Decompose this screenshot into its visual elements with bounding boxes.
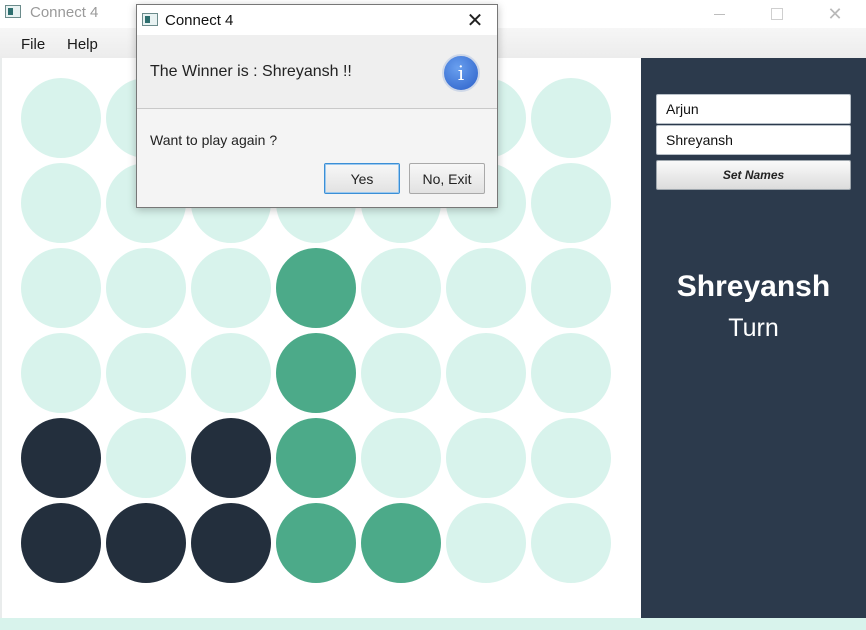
player2-disc[interactable] xyxy=(361,503,441,583)
dialog-header: The Winner is : Shreyansh !! i xyxy=(137,35,497,109)
set-names-button[interactable]: Set Names xyxy=(656,160,851,190)
player1-disc[interactable] xyxy=(21,418,101,498)
no-exit-button[interactable]: No, Exit xyxy=(409,163,485,194)
empty-slot[interactable] xyxy=(361,333,441,413)
player2-name-input[interactable] xyxy=(656,125,851,155)
empty-slot[interactable] xyxy=(531,248,611,328)
player1-disc[interactable] xyxy=(106,503,186,583)
empty-slot[interactable] xyxy=(106,333,186,413)
player2-disc[interactable] xyxy=(276,418,356,498)
empty-slot[interactable] xyxy=(531,78,611,158)
info-icon: i xyxy=(442,54,480,92)
current-player-name: Shreyansh xyxy=(676,270,831,303)
board-edge xyxy=(0,58,2,618)
dialog-app-icon xyxy=(142,13,158,26)
yes-button[interactable]: Yes xyxy=(324,163,400,194)
empty-slot[interactable] xyxy=(191,248,271,328)
player1-disc[interactable] xyxy=(191,503,271,583)
player1-name-input[interactable] xyxy=(656,94,851,124)
empty-slot[interactable] xyxy=(21,163,101,243)
minimize-icon xyxy=(713,13,725,15)
empty-slot[interactable] xyxy=(21,333,101,413)
empty-slot[interactable] xyxy=(531,503,611,583)
dialog-title: Connect 4 xyxy=(165,12,234,29)
empty-slot[interactable] xyxy=(106,418,186,498)
empty-slot[interactable] xyxy=(531,418,611,498)
empty-slot[interactable] xyxy=(531,333,611,413)
player1-disc[interactable] xyxy=(191,418,271,498)
winner-dialog: Connect 4 ✕ The Winner is : Shreyansh !!… xyxy=(136,4,498,208)
winner-message: The Winner is : Shreyansh !! xyxy=(150,63,352,80)
empty-slot[interactable] xyxy=(446,503,526,583)
player2-disc[interactable] xyxy=(276,503,356,583)
empty-slot[interactable] xyxy=(361,248,441,328)
bottom-strip xyxy=(0,618,866,630)
menu-help[interactable]: Help xyxy=(67,36,98,53)
player2-disc[interactable] xyxy=(276,248,356,328)
close-icon: ✕ xyxy=(827,3,843,24)
window-title: Connect 4 xyxy=(30,4,99,21)
player2-disc[interactable] xyxy=(276,333,356,413)
dialog-titlebar: Connect 4 ✕ xyxy=(137,5,497,35)
empty-slot[interactable] xyxy=(446,418,526,498)
dialog-close-button[interactable]: ✕ xyxy=(455,8,495,32)
play-again-prompt: Want to play again ? xyxy=(150,132,278,148)
menu-file[interactable]: File xyxy=(21,36,45,53)
turn-label: Turn xyxy=(728,314,779,342)
empty-slot[interactable] xyxy=(531,163,611,243)
empty-slot[interactable] xyxy=(446,333,526,413)
minimize-button[interactable] xyxy=(690,0,748,28)
empty-slot[interactable] xyxy=(191,333,271,413)
window-close-button[interactable]: ✕ xyxy=(806,0,864,28)
side-panel: Set Names Shreyansh Turn xyxy=(641,58,866,618)
empty-slot[interactable] xyxy=(21,78,101,158)
player1-disc[interactable] xyxy=(21,503,101,583)
empty-slot[interactable] xyxy=(361,418,441,498)
empty-slot[interactable] xyxy=(446,248,526,328)
close-icon: ✕ xyxy=(466,9,484,32)
empty-slot[interactable] xyxy=(106,248,186,328)
app-icon xyxy=(5,5,21,18)
maximize-button[interactable] xyxy=(748,0,806,28)
empty-slot[interactable] xyxy=(21,248,101,328)
maximize-icon xyxy=(771,8,783,20)
